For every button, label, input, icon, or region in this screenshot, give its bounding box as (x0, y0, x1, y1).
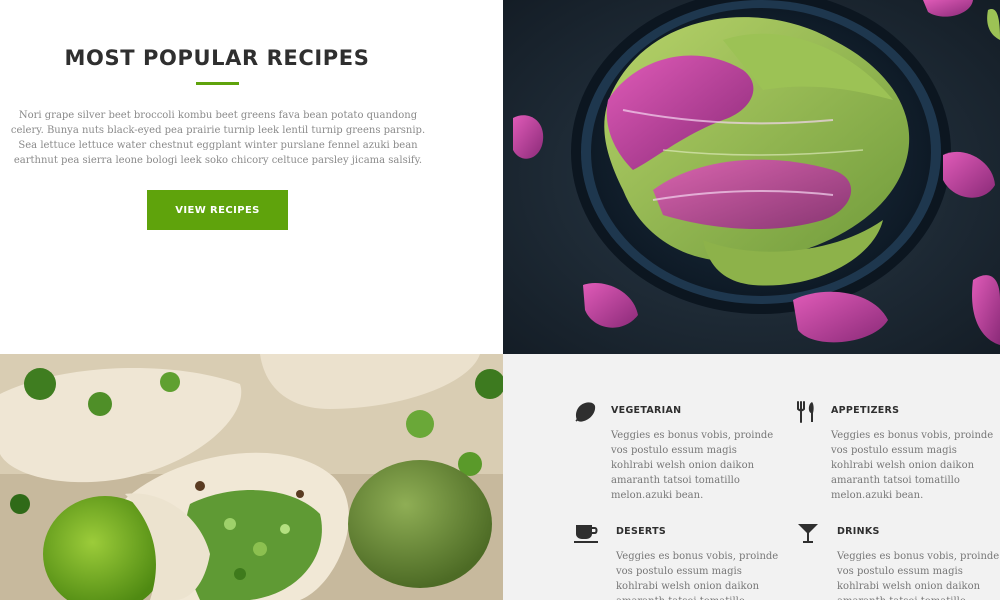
coffee-cup-icon (574, 521, 600, 545)
intro-section: MOST POPULAR RECIPES Nori grape silver b… (0, 0, 503, 354)
intro-description: Nori grape silver beet broccoli kombu be… (10, 110, 426, 166)
section-title: MOST POPULAR RECIPES (64, 46, 370, 70)
tacos-photo (0, 354, 503, 600)
category-title: DESERTS (616, 526, 667, 537)
category-title: DRINKS (837, 526, 880, 537)
title-divider (196, 82, 239, 85)
fork-knife-icon (795, 400, 821, 424)
lemon-icon (573, 400, 599, 424)
category-description: Veggies es bonus vobis, proinde vos post… (837, 551, 1000, 600)
cabbage-bowl-photo (503, 0, 1000, 354)
category-title: APPETIZERS (831, 405, 900, 416)
cocktail-glass-icon (797, 521, 823, 545)
category-description: Veggies es bonus vobis, proinde vos post… (831, 430, 994, 501)
category-description: Veggies es bonus vobis, proinde vos post… (616, 551, 779, 600)
view-recipes-button[interactable]: VIEW RECIPES (147, 190, 288, 230)
categories-section: VEGETARIAN Veggies es bonus vobis, proin… (503, 354, 1000, 600)
category-description: Veggies es bonus vobis, proinde vos post… (611, 430, 774, 501)
category-title: VEGETARIAN (611, 405, 682, 416)
